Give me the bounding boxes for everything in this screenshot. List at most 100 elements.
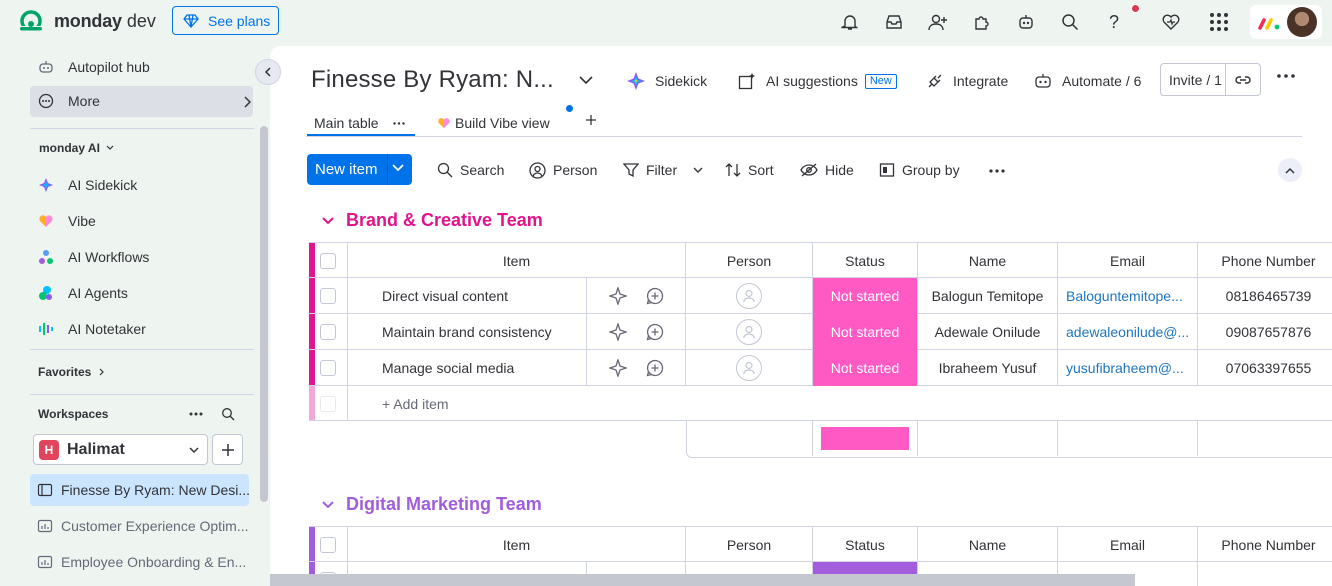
app-logo[interactable]: monday dev <box>18 9 156 33</box>
status-cell[interactable]: Not started <box>813 350 918 386</box>
status-summary-bar[interactable] <box>821 427 909 450</box>
empty-person-avatar-icon[interactable] <box>736 355 762 381</box>
column-header-person[interactable]: Person <box>686 243 813 279</box>
invite-button[interactable]: Invite / 1 <box>1160 63 1261 96</box>
row-select-cell[interactable] <box>309 350 348 386</box>
column-header-email[interactable]: Email <box>1058 527 1198 563</box>
select-all-cell[interactable] <box>309 243 348 279</box>
row-checkbox[interactable] <box>320 288 336 304</box>
item-cell[interactable]: Maintain brand consistency <box>348 314 587 350</box>
monday-ai-heading[interactable]: monday AI <box>39 141 114 155</box>
column-header-item[interactable]: Item <box>348 243 686 279</box>
copy-link-icon[interactable] <box>1234 71 1252 89</box>
sidebar-item-autopilot-hub[interactable]: Autopilot hub <box>38 52 150 82</box>
sidebar-scrollbar[interactable] <box>260 126 268 502</box>
column-header-name[interactable]: Name <box>918 243 1058 279</box>
new-item-button[interactable]: New item <box>307 154 412 185</box>
sidebar-item-ai-workflows[interactable]: AI Workflows <box>38 242 149 272</box>
group-title[interactable]: Digital Marketing Team <box>346 494 542 515</box>
chevron-down-icon[interactable] <box>579 76 593 85</box>
integrate-button[interactable]: Integrate <box>927 70 1008 92</box>
sidebar-item-ai-notetaker[interactable]: AI Notetaker <box>38 314 146 344</box>
item-cell[interactable]: Direct visual content <box>348 278 587 314</box>
tab-main-table[interactable]: Main table <box>314 110 405 136</box>
search-icon[interactable] <box>1058 10 1082 34</box>
ai-sparkle-icon[interactable] <box>608 323 627 341</box>
horizontal-scrollbar[interactable] <box>270 574 1135 586</box>
row-checkbox[interactable] <box>320 360 336 376</box>
column-header-phone[interactable]: Phone Number <box>1198 527 1332 563</box>
phone-cell[interactable]: 08186465739 <box>1198 278 1332 314</box>
app-switcher-grid-icon[interactable] <box>1207 10 1231 34</box>
chevron-down-icon[interactable] <box>322 216 334 225</box>
ai-sparkle-icon[interactable] <box>608 287 627 305</box>
phone-cell[interactable] <box>1198 562 1332 586</box>
add-view-plus-icon[interactable] <box>586 115 596 125</box>
status-cell[interactable]: Not started <box>813 278 918 314</box>
sidebar-board-customer-experience[interactable]: Customer Experience Optim... <box>30 510 249 542</box>
automate-button[interactable]: Automate / 6 <box>1034 70 1141 92</box>
status-cell[interactable]: Not started <box>813 314 918 350</box>
user-avatar[interactable] <box>1287 7 1317 37</box>
add-update-icon[interactable] <box>646 287 664 305</box>
collapse-sidebar-button[interactable] <box>255 59 281 85</box>
add-update-icon[interactable] <box>646 359 664 377</box>
board-options-icon[interactable] <box>1277 74 1295 78</box>
favorites-heading[interactable]: Favorites <box>38 365 105 379</box>
email-cell[interactable]: Baloguntemitope... <box>1058 278 1198 314</box>
inbox-icon[interactable] <box>882 10 906 34</box>
phone-cell[interactable]: 09087657876 <box>1198 314 1332 350</box>
sidekick-button[interactable]: Sidekick <box>627 70 707 92</box>
column-header-item[interactable]: Item <box>348 527 686 563</box>
row-select-cell[interactable] <box>309 314 348 350</box>
add-item-row[interactable]: + Add item <box>309 386 1332 421</box>
group-header-brand-creative[interactable]: Brand & Creative Team <box>322 210 543 231</box>
email-cell[interactable]: adewaleonilude@... <box>1058 314 1198 350</box>
group-title[interactable]: Brand & Creative Team <box>346 210 543 231</box>
tab-build-vibe-view[interactable]: Build Vibe view <box>437 110 550 136</box>
sidebar-item-more[interactable]: More <box>38 86 253 116</box>
row-checkbox[interactable] <box>320 324 336 340</box>
column-header-email[interactable]: Email <box>1058 243 1198 279</box>
ai-suggestions-button[interactable]: AI suggestions New <box>738 70 897 92</box>
empty-person-avatar-icon[interactable] <box>736 319 762 345</box>
see-plans-button[interactable]: See plans <box>172 6 279 35</box>
column-header-name[interactable]: Name <box>918 527 1058 563</box>
chevron-down-icon[interactable] <box>322 500 334 509</box>
search-button[interactable]: Search <box>437 159 504 181</box>
account-menu[interactable] <box>1250 5 1322 39</box>
invite-members-icon[interactable] <box>926 10 950 34</box>
name-cell[interactable]: Adewale Onilude <box>918 314 1058 350</box>
group-header-digital-marketing[interactable]: Digital Marketing Team <box>322 494 542 515</box>
ai-robot-icon[interactable] <box>1014 10 1038 34</box>
chevron-down-icon[interactable] <box>392 164 404 172</box>
person-cell[interactable] <box>686 278 813 314</box>
filter-button[interactable]: Filter <box>623 159 710 181</box>
person-cell[interactable] <box>686 314 813 350</box>
summary-status-cell[interactable] <box>813 421 918 456</box>
add-update-icon[interactable] <box>646 323 664 341</box>
name-cell[interactable]: Ibraheem Yusuf <box>918 350 1058 386</box>
email-cell[interactable]: yusufibraheem@... <box>1058 350 1198 386</box>
group-by-button[interactable]: Group by <box>879 159 960 181</box>
workspaces-options-icon[interactable] <box>189 412 203 416</box>
table-row[interactable]: Maintain brand consistency Not started A… <box>309 314 1332 350</box>
add-item-input[interactable]: + Add item <box>348 386 1332 421</box>
select-all-checkbox[interactable] <box>320 537 336 553</box>
workspace-selector[interactable]: H Halimat <box>33 434 208 465</box>
column-header-status[interactable]: Status <box>813 243 918 279</box>
heart-pulse-icon[interactable] <box>1159 10 1183 34</box>
item-cell[interactable]: Manage social media <box>348 350 587 386</box>
apps-puzzle-icon[interactable] <box>970 10 994 34</box>
sidebar-item-vibe[interactable]: Vibe <box>38 206 96 236</box>
workspaces-search-icon[interactable] <box>221 407 235 421</box>
phone-cell[interactable]: 07063397655 <box>1198 350 1332 386</box>
ai-sparkle-icon[interactable] <box>608 359 627 377</box>
column-header-person[interactable]: Person <box>686 527 813 563</box>
notifications-bell-icon[interactable] <box>838 10 862 34</box>
select-all-checkbox[interactable] <box>320 253 336 269</box>
person-filter-button[interactable]: Person <box>529 159 597 181</box>
name-cell[interactable]: Balogun Temitope <box>918 278 1058 314</box>
board-title[interactable]: Finesse By Ryam: N... <box>311 66 554 94</box>
column-header-status[interactable]: Status <box>813 527 918 563</box>
